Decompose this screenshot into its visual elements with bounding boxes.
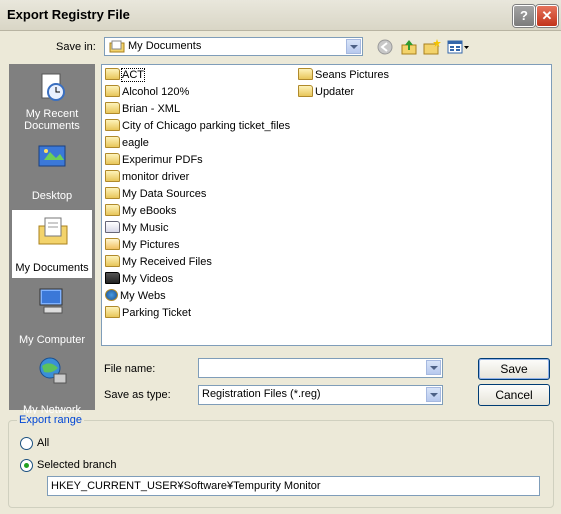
list-item[interactable]: Experimur PDFs bbox=[105, 152, 203, 169]
radio-all-label: All bbox=[37, 437, 50, 449]
list-item[interactable]: My Webs bbox=[105, 288, 166, 305]
list-item[interactable]: eagle bbox=[105, 135, 149, 152]
folder-icon bbox=[105, 68, 120, 81]
places-bar: My Recent Documents Desktop My Documents… bbox=[9, 64, 95, 416]
folder-icon bbox=[105, 102, 120, 115]
folder-icon bbox=[105, 306, 120, 319]
folder-icon bbox=[105, 204, 120, 217]
folder-icon bbox=[298, 68, 313, 81]
save-as-type-dropdown[interactable]: Registration Files (*.reg) bbox=[198, 385, 443, 405]
my-documents-small-icon bbox=[109, 40, 125, 53]
list-item[interactable]: Brian - XML bbox=[105, 101, 180, 118]
place-my-recent-documents[interactable]: My Recent Documents bbox=[9, 66, 95, 136]
folder-icon bbox=[105, 119, 120, 132]
list-item[interactable]: My Music bbox=[105, 220, 168, 237]
videos-folder-icon bbox=[105, 272, 120, 285]
folder-icon bbox=[105, 170, 120, 183]
list-item[interactable]: ACT bbox=[105, 67, 145, 84]
chevron-down-icon[interactable] bbox=[426, 387, 441, 402]
pictures-folder-icon bbox=[105, 238, 120, 251]
list-item[interactable]: Seans Pictures bbox=[298, 67, 389, 84]
my-computer-icon bbox=[36, 286, 68, 316]
recent-documents-icon bbox=[36, 72, 68, 102]
new-folder-icon[interactable] bbox=[423, 38, 441, 56]
back-arrow-icon[interactable] bbox=[376, 38, 394, 56]
close-button[interactable]: ✕ bbox=[536, 5, 558, 27]
list-item[interactable]: Updater bbox=[298, 84, 354, 101]
my-documents-icon bbox=[37, 216, 69, 246]
radio-selected-branch[interactable] bbox=[20, 459, 33, 472]
place-desktop[interactable]: Desktop bbox=[9, 136, 95, 206]
save-in-label: Save in: bbox=[56, 41, 96, 53]
folder-icon bbox=[105, 153, 120, 166]
folder-icon bbox=[298, 85, 313, 98]
place-label: My Documents bbox=[15, 262, 89, 274]
list-item[interactable]: City of Chicago parking ticket_files bbox=[105, 118, 290, 135]
chevron-down-icon[interactable] bbox=[426, 360, 441, 375]
cancel-button[interactable]: Cancel bbox=[478, 384, 550, 406]
file-name-label: File name: bbox=[104, 363, 156, 375]
my-network-icon bbox=[36, 356, 68, 386]
webs-globe-icon bbox=[105, 289, 118, 302]
radio-all[interactable] bbox=[20, 437, 33, 450]
title-bar[interactable]: Export Registry File ? ✕ bbox=[0, 0, 561, 31]
save-in-value: My Documents bbox=[128, 40, 202, 52]
list-item[interactable]: monitor driver bbox=[105, 169, 189, 186]
folder-icon bbox=[105, 255, 120, 268]
list-item[interactable]: My Data Sources bbox=[105, 186, 206, 203]
save-as-type-value: Registration Files (*.reg) bbox=[202, 388, 321, 400]
save-in-dropdown[interactable]: My Documents bbox=[104, 37, 363, 56]
folder-icon bbox=[105, 136, 120, 149]
selected-branch-input[interactable]: HKEY_CURRENT_USER¥Software¥Tempurity Mon… bbox=[47, 476, 540, 496]
list-item[interactable]: My eBooks bbox=[105, 203, 176, 220]
list-item[interactable]: My Videos bbox=[105, 271, 173, 288]
list-item[interactable]: My Pictures bbox=[105, 237, 179, 254]
music-folder-icon bbox=[105, 221, 120, 234]
file-name-input[interactable] bbox=[198, 358, 443, 378]
place-my-computer[interactable]: My Computer bbox=[9, 280, 95, 350]
window-title: Export Registry File bbox=[7, 7, 130, 22]
chevron-down-icon[interactable] bbox=[346, 39, 361, 54]
place-my-documents[interactable]: My Documents bbox=[11, 209, 93, 279]
help-button[interactable]: ? bbox=[513, 5, 535, 27]
save-button[interactable]: Save bbox=[478, 358, 550, 380]
place-my-network[interactable]: My Network bbox=[9, 350, 95, 420]
save-as-type-label: Save as type: bbox=[104, 389, 171, 401]
place-label: My Recent Documents bbox=[24, 108, 80, 132]
place-label: My Computer bbox=[18, 334, 86, 346]
export-range-legend: Export range bbox=[17, 414, 84, 426]
up-folder-icon[interactable] bbox=[400, 38, 418, 56]
desktop-icon bbox=[36, 142, 68, 172]
file-list[interactable]: ACT Alcohol 120% Brian - XML City of Chi… bbox=[101, 64, 552, 346]
data-sources-folder-icon bbox=[105, 187, 120, 200]
radio-selected-branch-label: Selected branch bbox=[37, 459, 117, 471]
views-menu-icon[interactable] bbox=[447, 38, 471, 56]
place-label: Desktop bbox=[31, 190, 73, 202]
folder-icon bbox=[105, 85, 120, 98]
list-item[interactable]: Parking Ticket bbox=[105, 305, 191, 322]
list-item[interactable]: Alcohol 120% bbox=[105, 84, 189, 101]
list-item[interactable]: My Received Files bbox=[105, 254, 212, 271]
